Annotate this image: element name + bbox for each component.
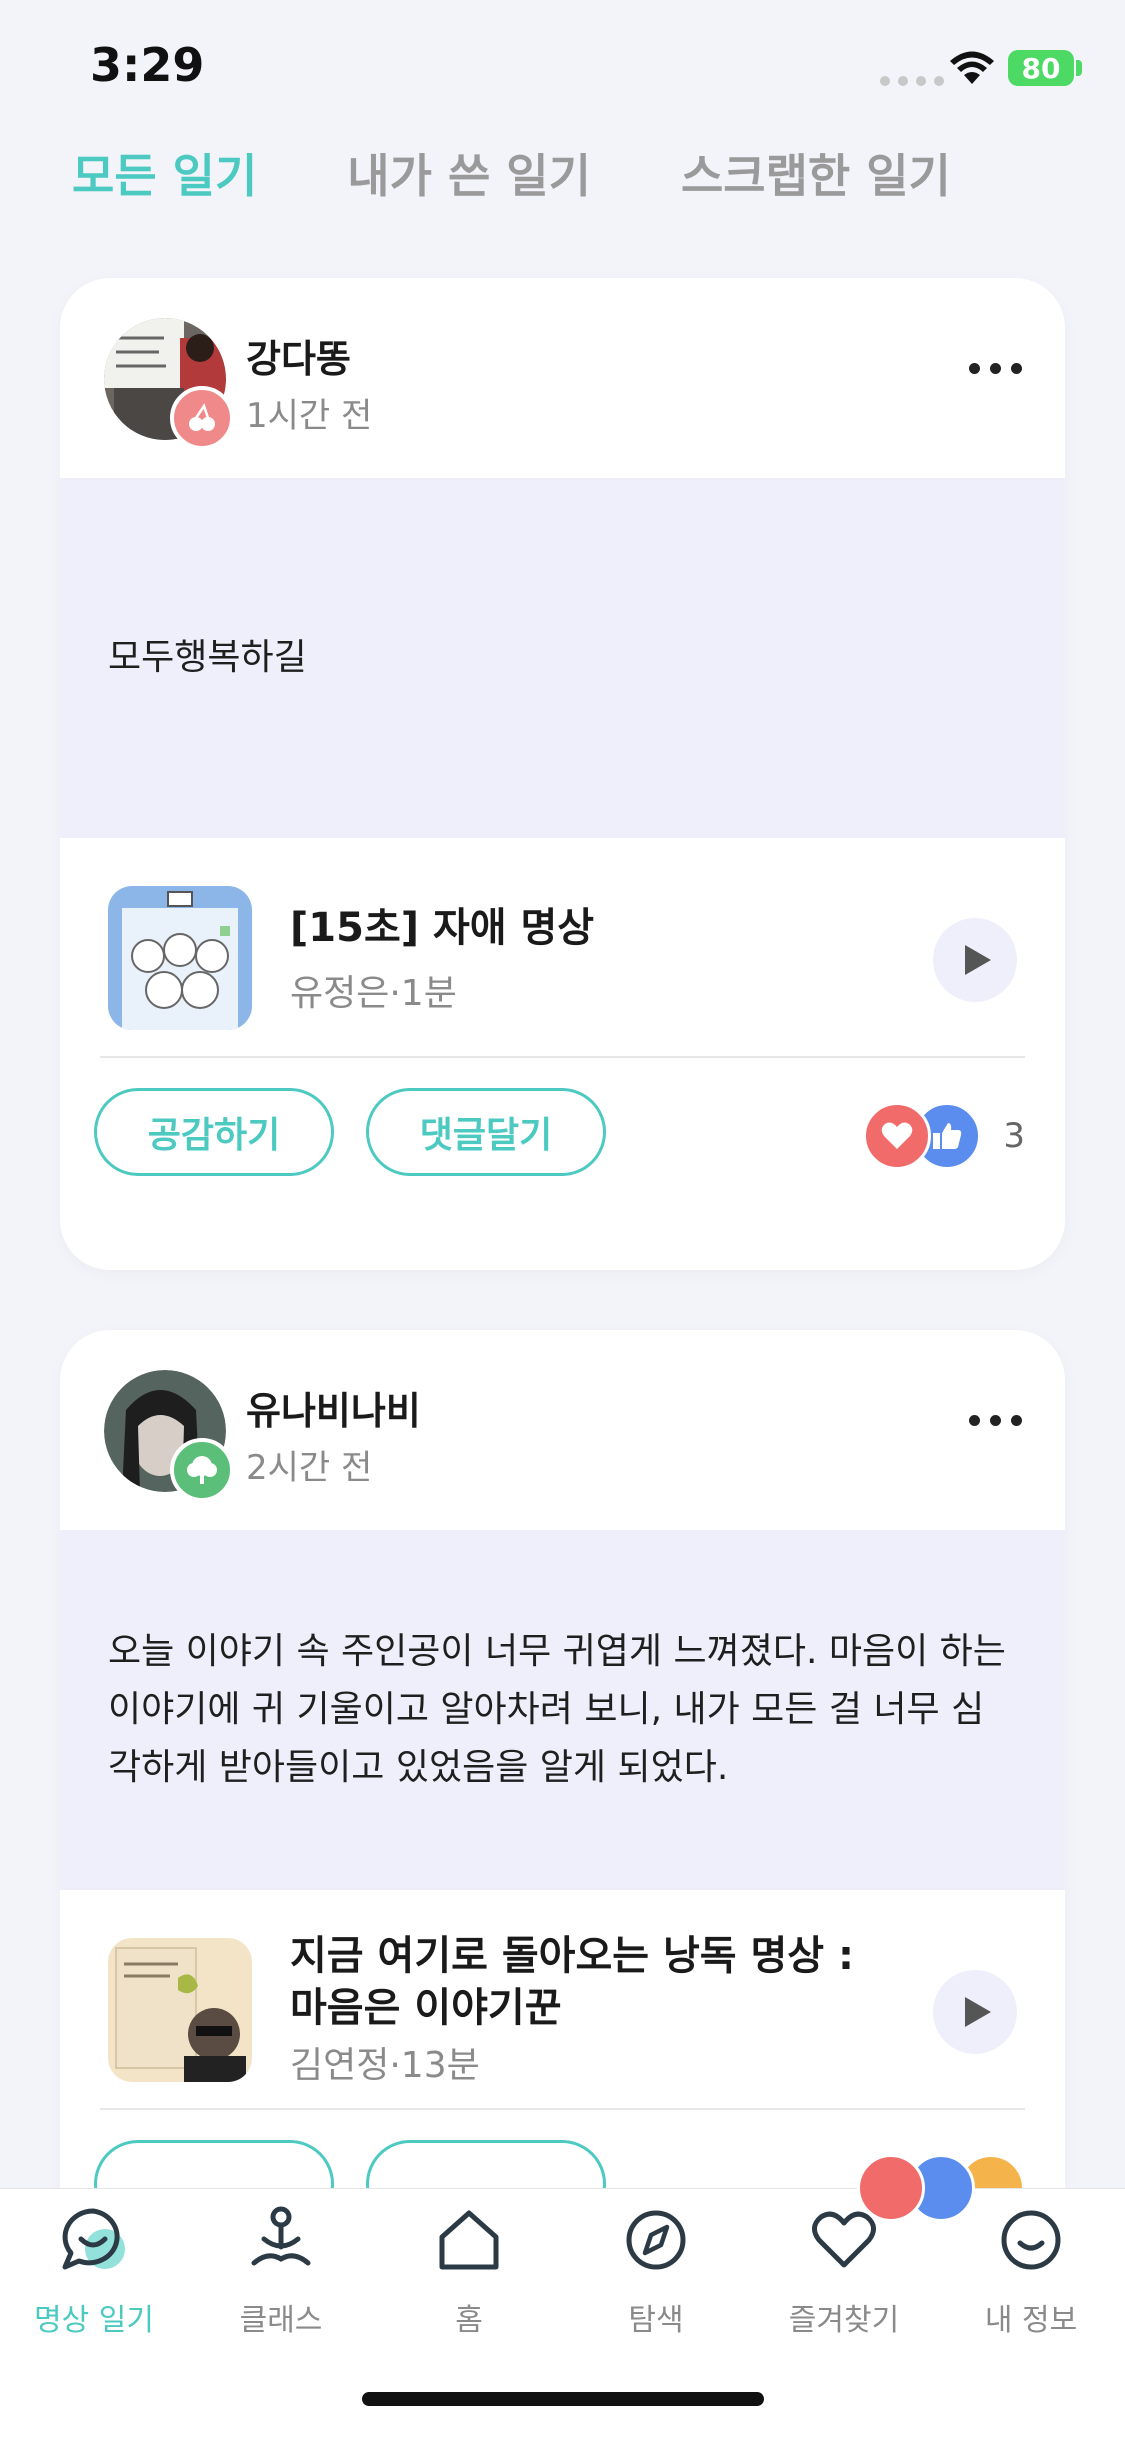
heart-reaction-icon <box>857 2154 925 2222</box>
nav-item-class[interactable]: 클래스 <box>187 2203 375 2339</box>
more-options-icon[interactable] <box>965 1408 1025 1432</box>
chat-bubble-icon <box>57 2203 131 2277</box>
empathize-button[interactable]: 공감하기 <box>94 1088 334 1176</box>
play-button[interactable] <box>933 918 1017 1002</box>
reaction-summary[interactable]: 3 <box>863 1102 1025 1170</box>
battery-icon: 80 <box>1008 50 1074 86</box>
card-header: 강다똥 1시간 전 <box>60 278 1065 478</box>
media-title: 지금 여기로 돌아오는 낭독 명상 : 마음은 이야기꾼 <box>290 1933 855 2031</box>
media-subtitle: 김연정·13분 <box>290 2045 480 2086</box>
comment-button[interactable]: 댓글달기 <box>366 1088 606 1176</box>
media-row[interactable]: 지금 여기로 돌아오는 낭독 명상 : 마음은 이야기꾼 김연정·13분 <box>60 1890 1065 2110</box>
cherry-badge-icon <box>170 386 234 450</box>
nav-item-explore[interactable]: 탐색 <box>562 2203 750 2339</box>
media-title: [15초] 자애 명상 <box>290 905 595 951</box>
author-name: 강다똥 <box>246 337 351 381</box>
meditation-thumbnail <box>108 1938 252 2082</box>
nav-label: 명상 일기 <box>34 2303 154 2338</box>
card-header: 유나비나비 2시간 전 <box>60 1330 1065 1530</box>
diary-text: 오늘 이야기 속 주인공이 너무 귀엽게 느껴졌다. 마음이 하는 이야기에 귀… <box>60 1530 1065 1890</box>
smile-icon <box>994 2203 1068 2277</box>
heart-reaction-icon <box>863 1102 932 1170</box>
nav-label: 즐겨찾기 <box>788 2303 900 2338</box>
nav-label: 탐색 <box>628 2303 684 2338</box>
play-button[interactable] <box>933 1970 1017 2054</box>
wifi-icon <box>950 51 994 84</box>
meditation-thumbnail <box>108 886 252 1030</box>
status-time: 3:29 <box>90 38 205 92</box>
tab-scrapped-diaries[interactable]: 스크랩한 일기 <box>681 140 951 206</box>
post-time: 2시간 전 <box>246 1448 373 1488</box>
reaction-count: 3 <box>1003 1116 1025 1156</box>
tree-badge-icon <box>170 1438 234 1502</box>
diary-tabs: 모든 일기 내가 쓴 일기 스크랩한 일기 <box>72 140 951 206</box>
tab-my-diaries[interactable]: 내가 쓴 일기 <box>347 140 591 206</box>
diary-text: 모두행복하길 <box>60 478 1065 838</box>
diary-card: 강다똥 1시간 전 모두행복하길 [15초] 자애 명상 유정은·1분 공감하기… <box>60 278 1065 1270</box>
status-bar: 3:29 80 <box>0 0 1125 140</box>
media-row[interactable]: [15초] 자애 명상 유정은·1분 <box>60 838 1065 1058</box>
battery-tip <box>1076 60 1082 76</box>
nav-item-favorites[interactable]: 즐겨찾기 <box>750 2203 938 2339</box>
diary-card: 유나비나비 2시간 전 오늘 이야기 속 주인공이 너무 귀엽게 느껴졌다. 마… <box>60 1330 1065 2330</box>
nav-item-home[interactable]: 홈 <box>375 2203 563 2339</box>
tab-all-diaries[interactable]: 모든 일기 <box>72 140 257 206</box>
nav-label: 클래스 <box>239 2303 323 2338</box>
cellular-signal-icon <box>880 76 944 86</box>
media-subtitle: 유정은·1분 <box>290 973 457 1014</box>
compass-icon <box>619 2203 693 2277</box>
play-icon <box>965 1997 991 2027</box>
nav-label: 홈 <box>455 2303 483 2338</box>
author-name: 유나비나비 <box>246 1389 421 1433</box>
play-icon <box>965 945 991 975</box>
home-indicator[interactable] <box>362 2392 764 2406</box>
home-icon <box>432 2203 506 2277</box>
post-time: 1시간 전 <box>246 396 373 436</box>
nav-item-meditation-diary[interactable]: 명상 일기 <box>0 2203 188 2339</box>
nav-label: 내 정보 <box>984 2303 1078 2338</box>
meditation-person-icon <box>244 2203 318 2277</box>
more-options-icon[interactable] <box>965 356 1025 380</box>
action-row: 공감하기 댓글달기 3 <box>60 1058 1065 1208</box>
nav-item-my-info[interactable]: 내 정보 <box>937 2203 1125 2339</box>
